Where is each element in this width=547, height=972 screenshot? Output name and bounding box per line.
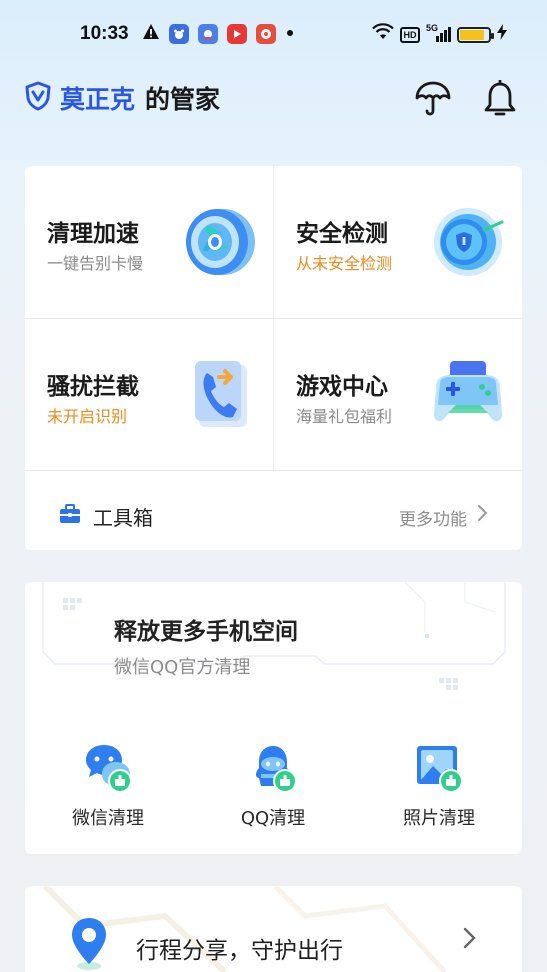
network-type-label: 5G: [426, 23, 439, 33]
qq-clean-label: QQ清理: [240, 808, 306, 829]
call-block-phone-icon: [179, 357, 259, 433]
trip-share-card[interactable]: 行程分享，守护出行: [25, 886, 522, 972]
qq-clean-button[interactable]: QQ清理: [213, 742, 333, 830]
app-header: 莫正克 的管家: [24, 80, 524, 120]
cleanup-fan-icon: [179, 204, 259, 280]
battery-level: [460, 29, 484, 40]
umbrella-protect-button[interactable]: [412, 78, 454, 120]
location-pin-icon: [69, 916, 109, 972]
photo-clean-button[interactable]: 照片清理: [379, 742, 499, 830]
warning-icon: [142, 23, 160, 45]
notification-icons: [142, 23, 295, 45]
feature-cleanup-speedup[interactable]: 清理加速 一键告别卡慢: [25, 166, 273, 318]
trip-share-label: 行程分享，守护出行: [136, 938, 343, 964]
circuit-background-decoration: [42, 582, 506, 690]
feature-title: 游戏中心: [296, 374, 388, 400]
shopping-app-icon: [256, 24, 276, 44]
feature-game-center[interactable]: 游戏中心 海量礼包福利: [274, 319, 522, 471]
battery-icon: [457, 26, 494, 43]
gamepad-icon: [428, 357, 508, 433]
status-bar: 10:33 HD 5G: [0, 0, 547, 70]
more-features-link[interactable]: 更多功能: [399, 505, 467, 530]
brand-suffix: 的管家: [145, 85, 221, 114]
status-time: 10:33: [80, 23, 129, 44]
baidu-news-app-icon: [198, 24, 218, 44]
shield-logo-icon: [24, 81, 52, 115]
toolbox-briefcase-icon: [59, 504, 81, 528]
wifi-icon: [372, 23, 394, 46]
photo-clean-label: 照片清理: [403, 808, 475, 829]
feature-security-check[interactable]: 安全检测 从未安全检测: [274, 166, 522, 318]
wechat-clean-button[interactable]: 微信清理: [48, 742, 168, 830]
feature-title: 清理加速: [47, 221, 139, 247]
release-subtitle: 微信QQ官方清理: [114, 657, 251, 678]
chevron-right-icon: [462, 926, 476, 956]
notifications-button[interactable]: [479, 78, 521, 120]
chevron-right-icon: [476, 503, 488, 527]
security-shield-orb-icon: [428, 204, 508, 280]
feature-harassment-block[interactable]: 骚扰拦截 未开启识别: [25, 319, 273, 471]
umbrella-icon: [415, 81, 451, 116]
qq-clean-icon: [247, 742, 299, 794]
feature-subtitle: 未开启识别: [47, 407, 128, 426]
wechat-clean-icon: [82, 742, 134, 794]
more-notifications-dot-icon: [285, 25, 295, 43]
photo-clean-icon: [413, 742, 465, 794]
cellular-signal-icon: 5G: [426, 23, 451, 42]
feature-title: 安全检测: [296, 221, 388, 247]
feature-title: 骚扰拦截: [47, 374, 139, 400]
release-space-card[interactable]: 释放更多手机空间 微信QQ官方清理 微信清理 QQ清理 照片清理: [25, 582, 522, 854]
baidu-app-icon: [169, 24, 189, 44]
wechat-clean-label: 微信清理: [72, 808, 144, 829]
feature-grid-card: 清理加速 一键告别卡慢 安全检测 从未安全检测 骚扰拦截 未开启识别 游戏中心 …: [25, 166, 522, 550]
toolbox-label: 工具箱: [93, 506, 153, 530]
hd-icon: HD: [400, 26, 420, 43]
brand: 莫正克 的管家: [24, 80, 220, 116]
feature-subtitle: 海量礼包福利: [296, 407, 393, 426]
video-app-icon: [227, 24, 247, 44]
bell-icon: [484, 80, 516, 116]
system-status-icons: HD 5G: [372, 23, 507, 46]
release-title: 释放更多手机空间: [114, 619, 298, 645]
feature-subtitle: 一键告别卡慢: [47, 254, 144, 273]
toolbox-row[interactable]: 工具箱 更多功能: [25, 471, 522, 550]
charging-icon: [497, 24, 507, 45]
account-name: 莫正克: [60, 85, 136, 114]
feature-subtitle: 从未安全检测: [296, 254, 393, 273]
